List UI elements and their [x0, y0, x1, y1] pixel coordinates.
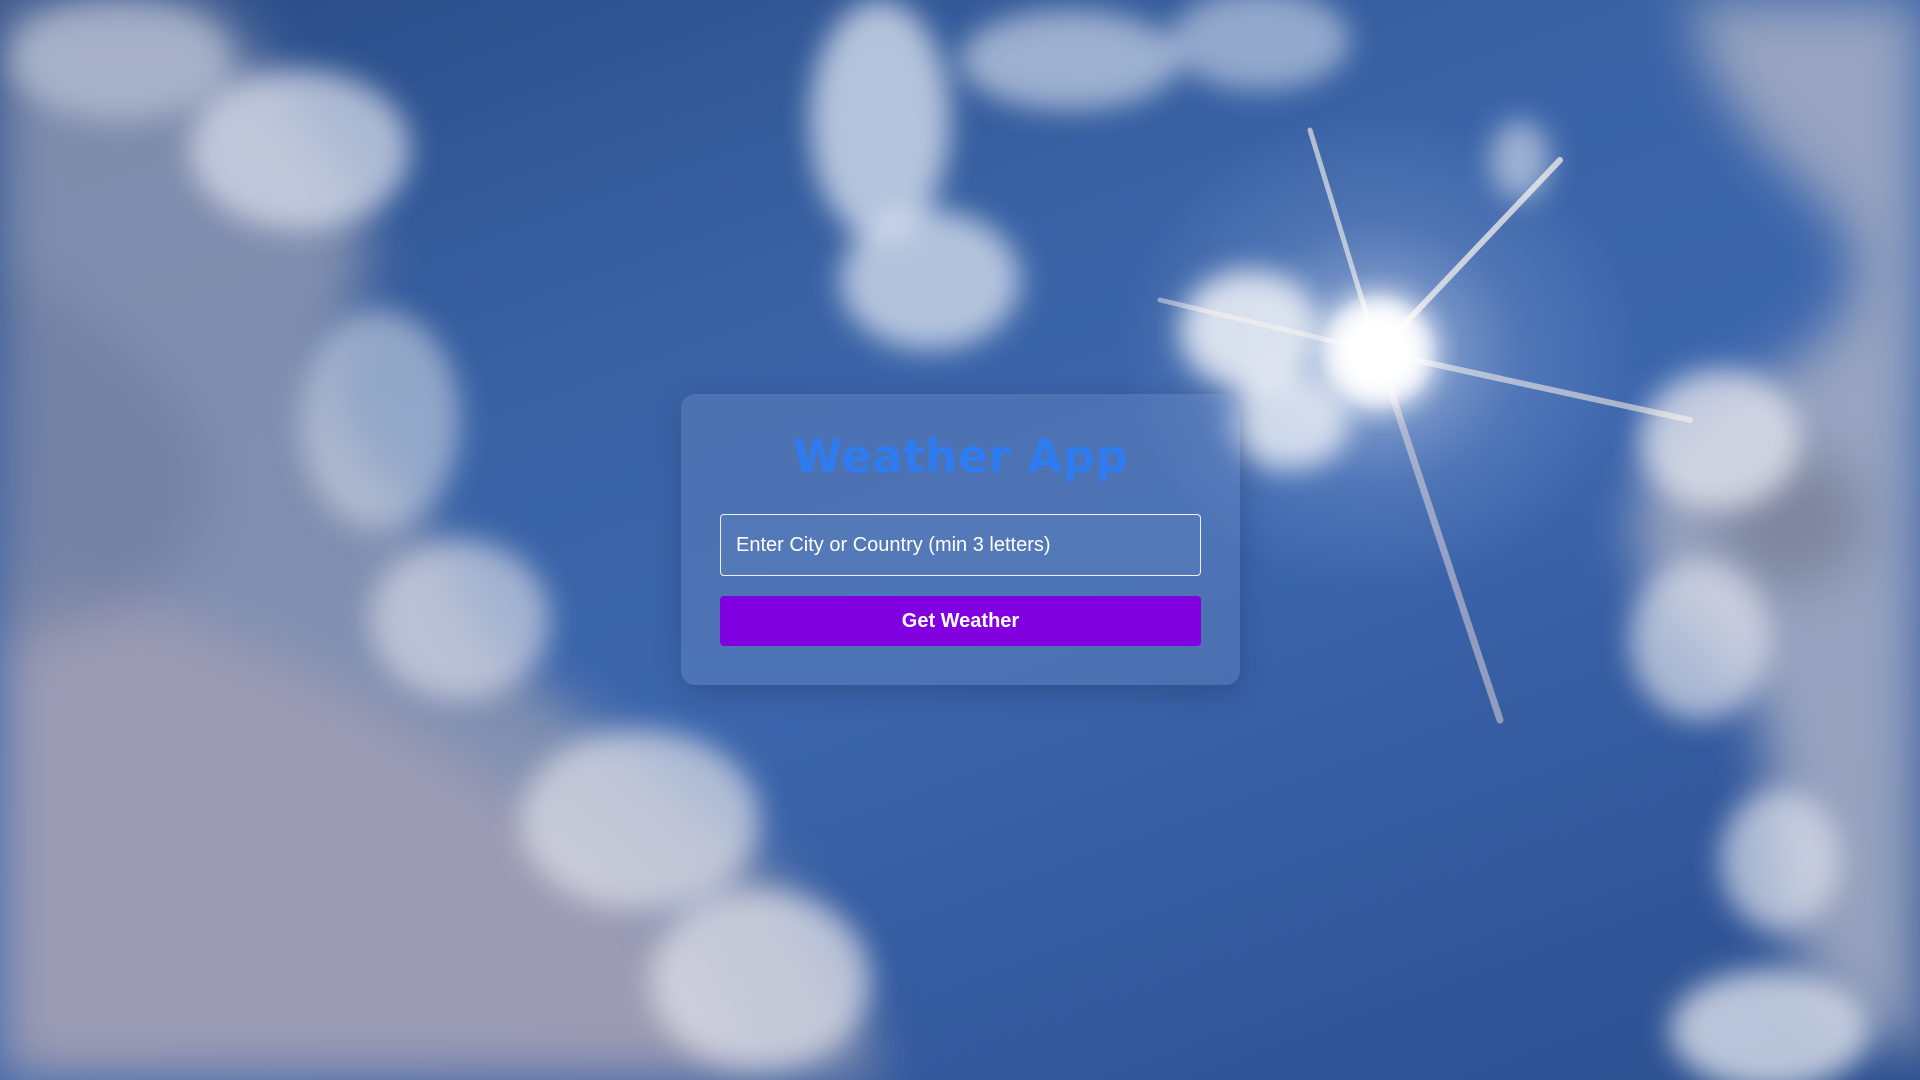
- get-weather-button[interactable]: Get Weather: [720, 596, 1201, 646]
- sun-icon: [1320, 294, 1436, 410]
- city-search-input[interactable]: [720, 514, 1201, 576]
- weather-search-card: Weather App Get Weather: [681, 394, 1240, 685]
- app-root: Weather App Get Weather: [0, 0, 1920, 1080]
- app-title: Weather App: [792, 430, 1129, 483]
